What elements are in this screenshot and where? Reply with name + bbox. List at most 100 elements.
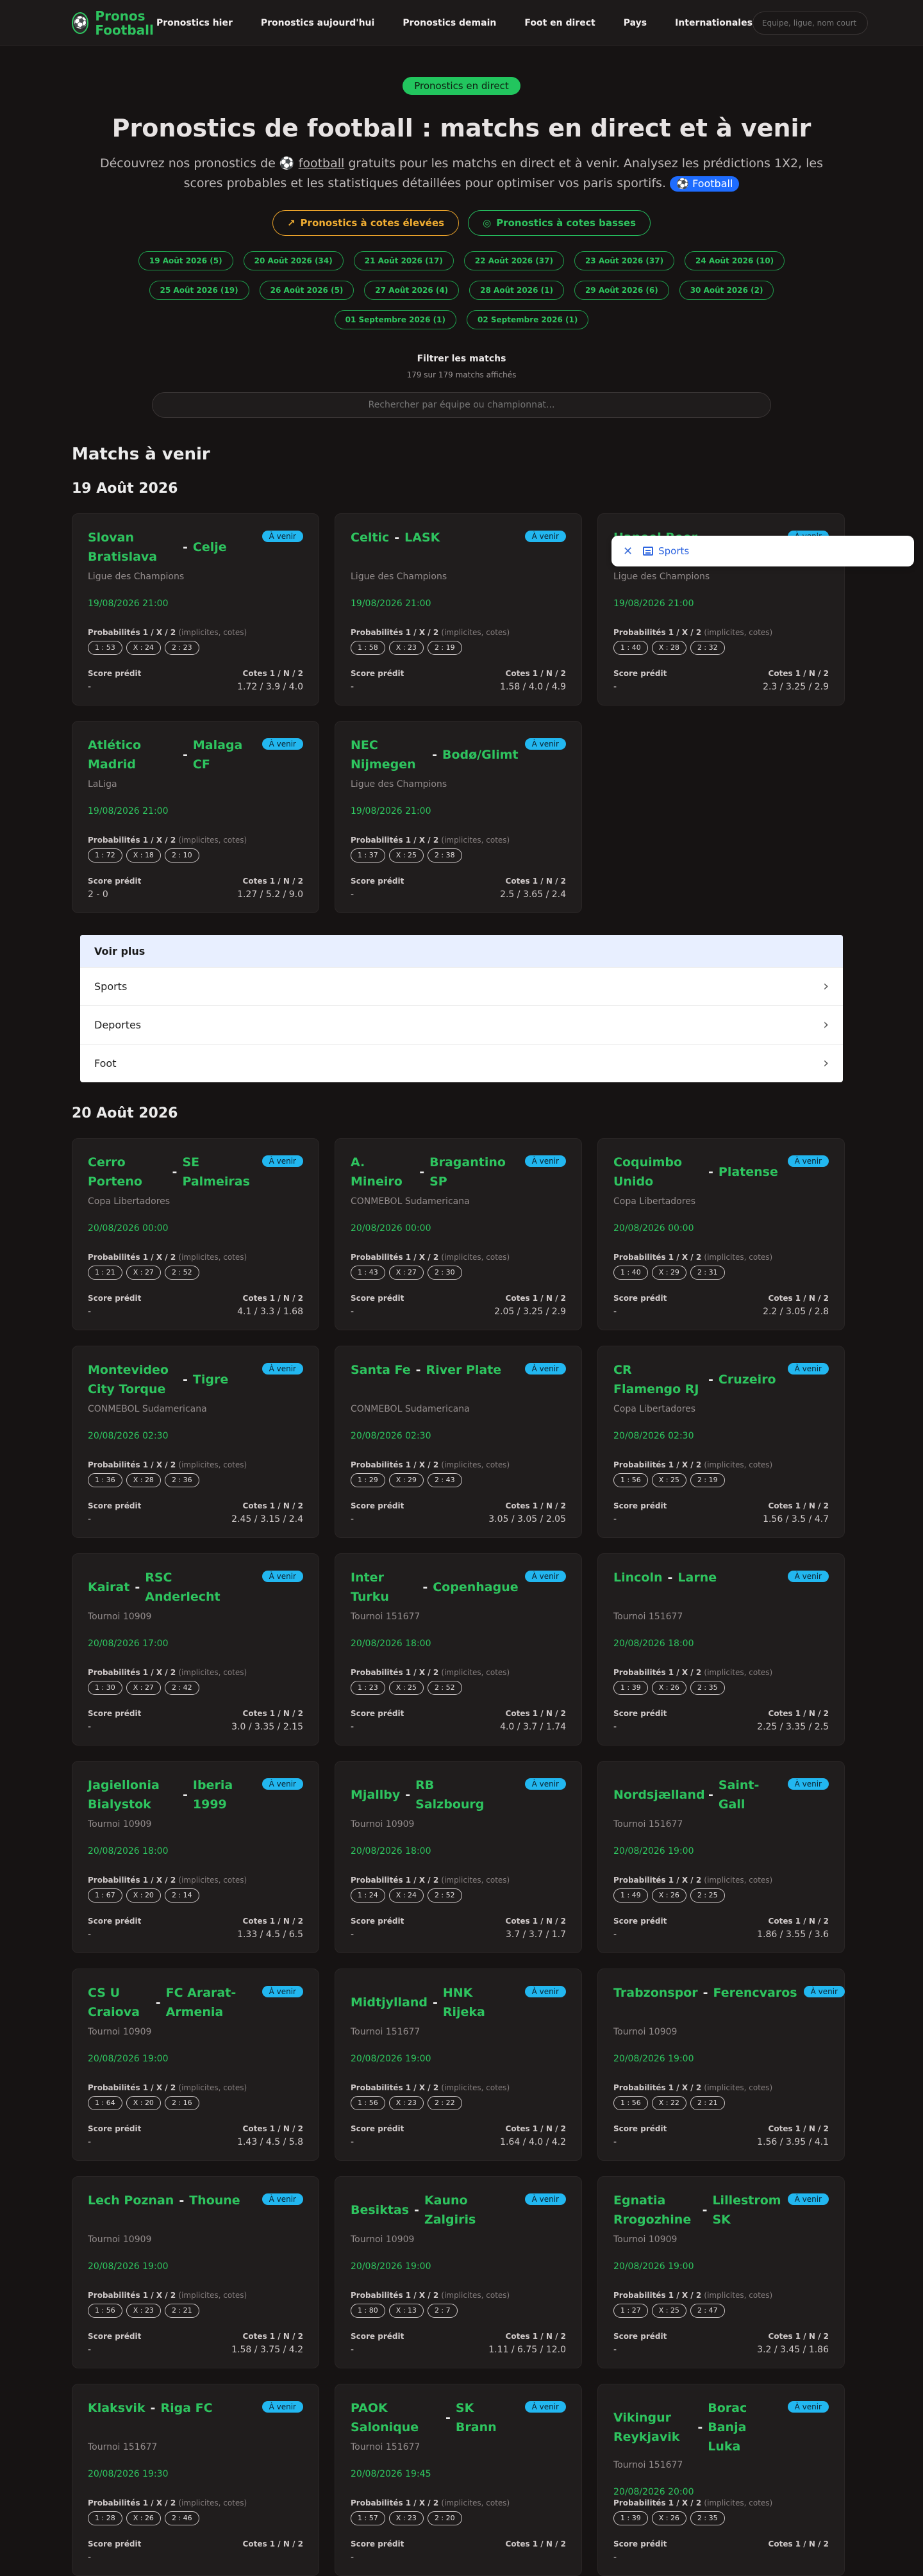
match-card[interactable]: Mjallby - RB Salzbourg À venir Tournoi 1… — [335, 1761, 582, 1953]
away-team[interactable]: Platense — [719, 1162, 778, 1182]
home-team[interactable]: Coquimbo Unido — [613, 1153, 703, 1191]
date-filter-2[interactable]: 21 Août 2026 (17) — [353, 251, 454, 270]
away-team[interactable]: Tigre — [193, 1370, 228, 1389]
home-team[interactable]: A. Mineiro — [351, 1153, 414, 1191]
away-team[interactable]: Bodø/Glimt — [442, 745, 519, 764]
nav-link-3[interactable]: Foot en direct — [524, 18, 595, 28]
home-team[interactable]: Slovan Bratislava — [88, 528, 178, 566]
match-card[interactable]: Trabzonspor - Ferencvaros À venir Tourno… — [597, 1969, 845, 2161]
away-team[interactable]: Ferencvaros — [713, 1983, 797, 2002]
away-team[interactable]: Malaga CF — [193, 736, 256, 774]
away-team[interactable]: FC Ararat-Armenia — [166, 1983, 256, 2022]
date-filter-11[interactable]: 30 Août 2026 (2) — [679, 281, 774, 300]
match-card[interactable]: Jagiellonia Bialystok - Iberia 1999 À ve… — [72, 1761, 319, 1953]
away-team[interactable]: RSC Anderlecht — [145, 1568, 235, 1606]
match-card[interactable]: Lech Poznan - Thoune À venir Tournoi 109… — [72, 2176, 319, 2368]
match-card[interactable]: Inter Turku - Copenhague À venir Tournoi… — [335, 1553, 582, 1746]
date-filter-8[interactable]: 27 Août 2026 (4) — [364, 281, 460, 300]
away-team[interactable]: Thoune — [189, 2191, 240, 2210]
date-filter-0[interactable]: 19 Août 2026 (5) — [138, 251, 233, 270]
away-team[interactable]: Cruzeiro — [719, 1370, 776, 1389]
nav-link-4[interactable]: Pays — [624, 18, 647, 28]
match-card[interactable]: Lincoln - Larne À venir Tournoi 151677 2… — [597, 1553, 845, 1746]
home-team[interactable]: Midtjylland — [351, 1993, 428, 2012]
home-team[interactable]: CS U Craiova — [88, 1983, 151, 2022]
match-card[interactable]: Cerro Porteno - SE Palmeiras À venir Cop… — [72, 1138, 319, 1330]
match-card[interactable]: Nordsjælland - Saint-Gall À venir Tourno… — [597, 1761, 845, 1953]
away-team[interactable]: Celje — [193, 538, 227, 557]
match-card[interactable]: Atlético Madrid - Malaga CF À venir LaLi… — [72, 721, 319, 913]
match-card[interactable]: Besiktas - Kauno Zalgiris À venir Tourno… — [335, 2176, 582, 2368]
home-team[interactable]: Vikingur Reykjavik — [613, 2408, 692, 2447]
home-team[interactable]: Mjallby — [351, 1785, 400, 1804]
match-card[interactable]: A. Mineiro - Bragantino SP À venir CONME… — [335, 1138, 582, 1330]
date-filter-1[interactable]: 20 Août 2026 (34) — [243, 251, 344, 270]
away-team[interactable]: River Plate — [426, 1360, 502, 1380]
low-odds-button[interactable]: ◎ Pronostics à cotes basses — [468, 210, 651, 236]
date-filter-4[interactable]: 23 Août 2026 (37) — [574, 251, 675, 270]
home-team[interactable]: CR Flamengo RJ — [613, 1360, 703, 1399]
match-card[interactable]: Coquimbo Unido - Platense À venir Copa L… — [597, 1138, 845, 1330]
match-card[interactable]: Kairat - RSC Anderlecht À venir Tournoi … — [72, 1553, 319, 1746]
see-more-item-2[interactable]: Foot › — [80, 1044, 843, 1082]
away-team[interactable]: Saint-Gall — [719, 1776, 781, 1814]
match-card[interactable]: Klaksvik - Riga FC À venir Tournoi 15167… — [72, 2384, 319, 2576]
nav-link-5[interactable]: Internationales — [675, 18, 753, 28]
match-card[interactable]: Egnatia Rrogozhine - Lillestrom SK À ven… — [597, 2176, 845, 2368]
home-team[interactable]: Montevideo City Torque — [88, 1360, 178, 1399]
match-card[interactable]: Montevideo City Torque - Tigre À venir C… — [72, 1346, 319, 1538]
away-team[interactable]: Larne — [678, 1568, 717, 1587]
home-team[interactable]: Nordsjælland — [613, 1785, 705, 1804]
high-odds-button[interactable]: ↗ Pronostics à cotes élevées — [272, 210, 460, 236]
date-filter-13[interactable]: 02 Septembre 2026 (1) — [467, 310, 589, 329]
away-team[interactable]: SK Brann — [456, 2398, 519, 2437]
home-team[interactable]: NEC Nijmegen — [351, 736, 427, 774]
date-filter-7[interactable]: 26 Août 2026 (5) — [259, 281, 354, 300]
home-team[interactable]: Egnatia Rrogozhine — [613, 2191, 697, 2229]
close-icon[interactable]: ✕ — [623, 545, 633, 558]
away-team[interactable]: HNK Rijeka — [443, 1983, 519, 2022]
home-team[interactable]: Jagiellonia Bialystok — [88, 1776, 178, 1814]
match-card[interactable]: Slovan Bratislava - Celje À venir Ligue … — [72, 513, 319, 706]
home-team[interactable]: Besiktas — [351, 2200, 409, 2220]
away-team[interactable]: Copenhague — [433, 1578, 518, 1597]
match-card[interactable]: Vikingur Reykjavik - Borac Banja Luka À … — [597, 2384, 845, 2576]
see-more-item-0[interactable]: Sports › — [80, 967, 843, 1005]
football-link[interactable]: football — [299, 156, 345, 170]
site-logo[interactable]: ⚽ Pronos Football — [72, 9, 154, 37]
nav-link-2[interactable]: Pronostics demain — [403, 18, 496, 28]
date-filter-6[interactable]: 25 Août 2026 (19) — [149, 281, 249, 300]
home-team[interactable]: Trabzonspor — [613, 1983, 698, 2002]
match-card[interactable]: Santa Fe - River Plate À venir CONMEBOL … — [335, 1346, 582, 1538]
nav-link-1[interactable]: Pronostics aujourd'hui — [261, 18, 374, 28]
home-team[interactable]: Celtic — [351, 528, 389, 547]
home-team[interactable]: Santa Fe — [351, 1360, 411, 1380]
away-team[interactable]: Kauno Zalgiris — [424, 2191, 514, 2229]
away-team[interactable]: SE Palmeiras — [182, 1153, 255, 1191]
date-filter-10[interactable]: 29 Août 2026 (6) — [574, 281, 669, 300]
nav-link-0[interactable]: Pronostics hier — [156, 18, 233, 28]
match-search-input[interactable] — [152, 392, 771, 418]
away-team[interactable]: Iberia 1999 — [193, 1776, 256, 1814]
home-team[interactable]: Atlético Madrid — [88, 736, 178, 774]
see-more-item-1[interactable]: Deportes › — [80, 1005, 843, 1044]
date-filter-12[interactable]: 01 Septembre 2026 (1) — [334, 310, 456, 329]
match-card[interactable]: CS U Craiova - FC Ararat-Armenia À venir… — [72, 1969, 319, 2161]
home-team[interactable]: Lech Poznan — [88, 2191, 174, 2210]
away-team[interactable]: Lillestrom SK — [712, 2191, 781, 2229]
away-team[interactable]: Bragantino SP — [429, 1153, 518, 1191]
home-team[interactable]: Inter Turku — [351, 1568, 417, 1606]
match-card[interactable]: Midtjylland - HNK Rijeka À venir Tournoi… — [335, 1969, 582, 2161]
away-team[interactable]: RB Salzbourg — [415, 1776, 505, 1814]
away-team[interactable]: Borac Banja Luka — [708, 2398, 781, 2456]
date-filter-3[interactable]: 22 Août 2026 (37) — [463, 251, 564, 270]
match-card[interactable]: Celtic - LASK À venir Ligue des Champion… — [335, 513, 582, 706]
away-team[interactable]: LASK — [404, 528, 440, 547]
football-tag[interactable]: ⚽ Football — [670, 176, 740, 192]
home-team[interactable]: Lincoln — [613, 1568, 663, 1587]
home-team[interactable]: Cerro Porteno — [88, 1153, 167, 1191]
home-team[interactable]: PAOK Salonique — [351, 2398, 440, 2437]
home-team[interactable]: Kairat — [88, 1578, 129, 1597]
nav-search-input[interactable] — [752, 11, 868, 35]
match-card[interactable]: NEC Nijmegen - Bodø/Glimt À venir Ligue … — [335, 721, 582, 913]
